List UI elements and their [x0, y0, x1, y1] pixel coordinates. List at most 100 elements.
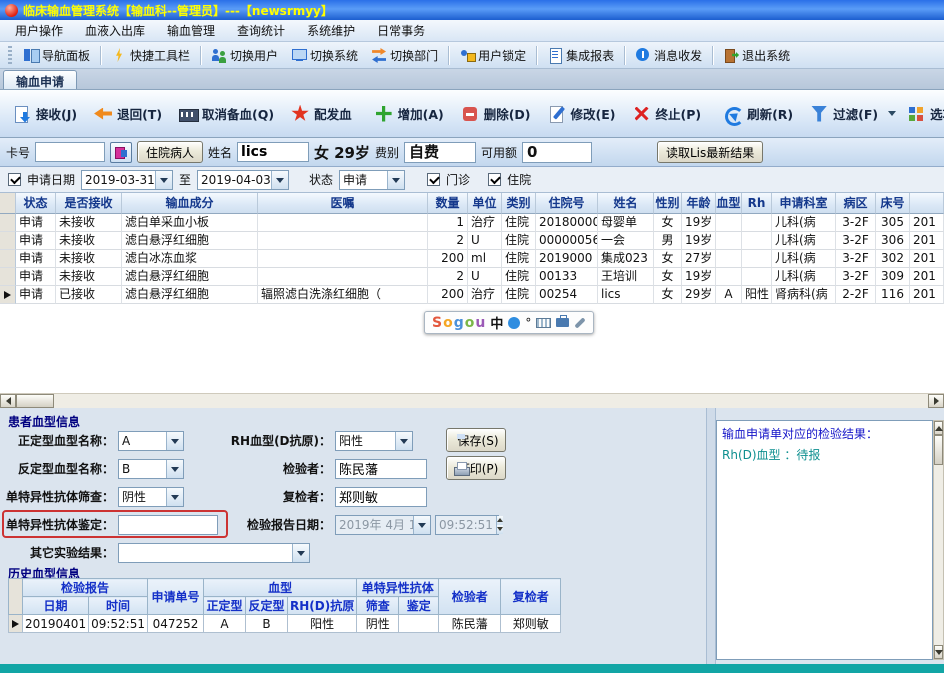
sogou-input-bar[interactable]: S o g o u 中 °	[424, 311, 595, 334]
options-button[interactable]: 选项(O)	[898, 93, 944, 135]
date-to-picker[interactable]: 2019-04-03 11	[197, 169, 290, 190]
table-row[interactable]: 申请 已接收 滤白悬浮红细胞 辐照滤白洗涤红细胞（ 200 治疗 住院 00254 lics 女 2…	[0, 286, 944, 304]
grid-column-header[interactable]: 年龄	[682, 193, 716, 214]
menu-blood-inout[interactable]: 血液入出库	[74, 20, 156, 41]
date-dropdown-button[interactable]	[413, 515, 430, 534]
menu-system-maint[interactable]: 系统维护	[296, 20, 366, 41]
grid-column-header[interactable]: 床号	[876, 193, 910, 214]
sogou-mode-toggle[interactable]: 中	[490, 313, 503, 332]
grid-column-header[interactable]: 输血成分	[122, 193, 258, 214]
table-row[interactable]: 申请 未接收 滤白冰冻血浆 200 ml 住院 2019000 集成023 女 27岁 儿科(病 3-…	[0, 250, 944, 268]
menu-transfusion-mgmt[interactable]: 输血管理	[156, 20, 226, 41]
history-col-forward[interactable]: 正定型	[202, 596, 246, 615]
return-button[interactable]: 退回(T)	[85, 93, 170, 135]
reverse-type-select[interactable]: B	[118, 458, 184, 479]
grid-column-header[interactable]: 姓名	[598, 193, 654, 214]
spin-up-button[interactable]	[496, 515, 503, 525]
combo-dropdown-button[interactable]	[292, 543, 309, 562]
menu-daily-affairs[interactable]: 日常事务	[366, 20, 436, 41]
history-col-time[interactable]: 时间	[88, 596, 148, 615]
menu-query-stats[interactable]: 查询统计	[226, 20, 296, 41]
user-lock-button[interactable]: 用户锁定	[453, 44, 532, 67]
history-col-reverse[interactable]: 反定型	[244, 596, 288, 615]
scroll-thumb[interactable]	[934, 435, 943, 465]
scroll-right-button[interactable]	[928, 394, 944, 408]
history-col-apply-no[interactable]: 申请单号	[146, 578, 204, 615]
report-date-picker[interactable]: 2019年 4月 1日	[335, 514, 431, 535]
filter-button[interactable]: 过滤(F)	[801, 93, 886, 135]
history-col-date[interactable]: 日期	[21, 596, 90, 615]
inpatient-button[interactable]: 住院病人	[137, 141, 204, 163]
apply-date-checkbox[interactable]	[8, 173, 21, 186]
other-result-select[interactable]	[118, 542, 310, 563]
sogou-punct-toggle[interactable]: °	[525, 316, 531, 330]
outpatient-checkbox[interactable]	[427, 173, 441, 186]
history-col-identify[interactable]: 鉴定	[398, 596, 440, 615]
sogou-wrench-icon[interactable]	[574, 316, 587, 329]
date-from-dropdown-button[interactable]	[155, 170, 173, 189]
sogou-moon-icon[interactable]	[508, 316, 521, 329]
spin-down-button[interactable]	[496, 524, 503, 534]
grid-column-header[interactable]: 是否接收	[56, 193, 122, 214]
combo-dropdown-button[interactable]	[166, 487, 183, 506]
table-row[interactable]: 申请 未接收 滤白悬浮红细胞 2 U 住院 00133 王培训女 19岁 儿科(病 3-2F 309 2…	[0, 268, 944, 286]
menu-user-ops[interactable]: 用户操作	[4, 20, 74, 41]
antibody-screen-select[interactable]: 阴性	[118, 486, 184, 507]
cancel-prep-button[interactable]: 取消备血(Q)	[170, 93, 282, 135]
grid-column-header[interactable]: 医嘱	[258, 193, 428, 214]
rh-type-select[interactable]: 阳性	[335, 430, 413, 451]
refresh-button[interactable]: 刷新(R)	[715, 93, 801, 135]
stop-button[interactable]: 终止(P)	[624, 93, 710, 135]
name-input[interactable]	[237, 142, 310, 162]
grid-column-header[interactable]: 类别	[502, 193, 536, 214]
status-dropdown-button[interactable]	[387, 170, 405, 189]
nav-panel-button[interactable]: 导航面板	[17, 44, 96, 67]
examiner-input[interactable]	[335, 458, 427, 479]
grid-column-header[interactable]	[910, 193, 944, 214]
edit-button[interactable]: 修改(E)	[539, 93, 624, 135]
grid-column-header[interactable]: 病区	[836, 193, 876, 214]
grid-column-header[interactable]: 血型	[716, 193, 742, 214]
switch-system-button[interactable]: 切换系统	[285, 44, 364, 67]
table-row[interactable]: 申请 未接收 滤白单采血小板 1 治疗 住院 20180000 母婴单女 19岁 儿科(病 3-2F…	[0, 214, 944, 232]
history-col-screen[interactable]: 筛查	[356, 596, 400, 615]
history-group-blood-type[interactable]: 血型	[202, 578, 358, 597]
quick-toolbar-button[interactable]: 快捷工具栏	[105, 44, 196, 67]
exit-system-button[interactable]: 退出系统	[717, 44, 796, 67]
delete-button[interactable]: 删除(D)	[452, 93, 539, 135]
horizontal-scrollbar[interactable]	[0, 393, 944, 408]
sogou-toolbox-icon[interactable]	[556, 315, 570, 327]
scroll-track[interactable]	[54, 394, 928, 408]
tab-transfusion-request[interactable]: 输血申请	[3, 70, 78, 89]
grid-column-header[interactable]: Rh	[742, 193, 772, 214]
grid-column-header[interactable]: 单位	[468, 193, 502, 214]
grid-column-header[interactable]: 状态	[16, 193, 56, 214]
date-to-dropdown-button[interactable]	[271, 170, 289, 189]
forward-type-select[interactable]: A	[118, 430, 184, 451]
sogou-keyboard-icon[interactable]	[536, 317, 552, 328]
print-report-button[interactable]: 打印(P)	[446, 456, 506, 480]
card-no-input[interactable]	[35, 142, 106, 162]
grid-column-header[interactable]: 数量	[428, 193, 468, 214]
grid-column-header[interactable]: 住院号	[536, 193, 598, 214]
spinner-buttons[interactable]	[495, 515, 503, 534]
filter-dropdown-caret-icon[interactable]	[888, 111, 897, 116]
history-col-examiner[interactable]: 检验者	[438, 578, 502, 615]
switch-user-button[interactable]: 切换用户	[205, 44, 284, 67]
combo-dropdown-button[interactable]	[166, 459, 183, 478]
vertical-scrollbar[interactable]	[933, 420, 944, 660]
grid-column-header[interactable]: 性别	[654, 193, 682, 214]
dispense-blood-button[interactable]: 配发血	[282, 93, 360, 135]
history-col-rhd[interactable]: RH(D)抗原	[286, 596, 358, 615]
switch-dept-button[interactable]: 切换部门	[365, 44, 444, 67]
save-button[interactable]: 保存(S)	[446, 428, 506, 452]
history-col-rechecker[interactable]: 复检者	[500, 578, 562, 615]
scroll-thumb[interactable]	[16, 394, 54, 408]
card-reader-button[interactable]	[110, 141, 133, 163]
add-button[interactable]: 增加(A)	[366, 93, 452, 135]
combo-dropdown-button[interactable]	[166, 431, 183, 450]
grid-column-header[interactable]: 申请科室	[772, 193, 836, 214]
history-row[interactable]: 20190401 09:52:51 047252 A B 阳性 阴性 陈民藩 郑…	[8, 614, 562, 633]
status-select[interactable]: 申请	[339, 169, 406, 190]
table-row[interactable]: 申请 未接收 滤白悬浮红细胞 2 U 住院 00000056 一会男 19岁 儿科(病 3-2F 30…	[0, 232, 944, 250]
